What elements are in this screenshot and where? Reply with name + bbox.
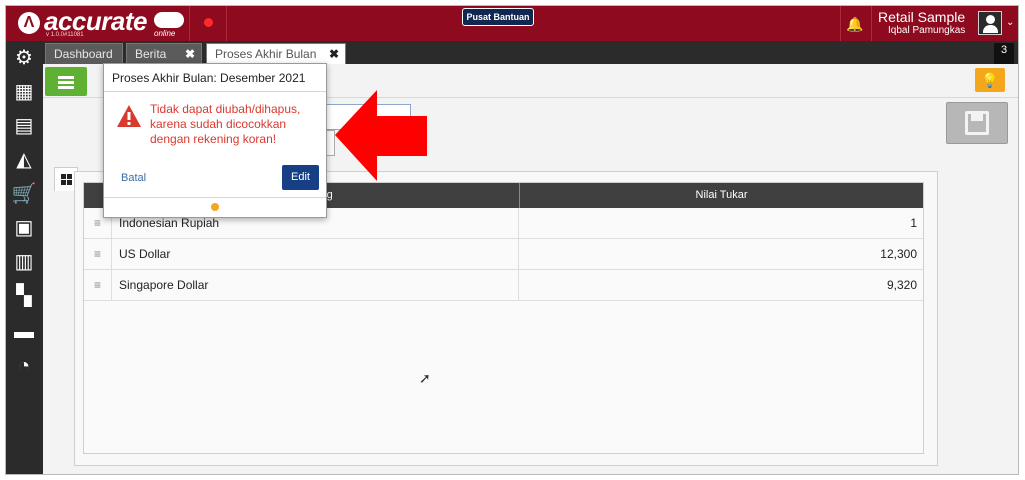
company-name[interactable]: Retail Sample [878,9,965,25]
cabinet-icon[interactable]: ▥ [10,248,38,276]
tab-label: Berita [135,47,167,61]
warning-message: Tidak dapat diubah/dihapus, karena sudah… [150,102,301,146]
building-icon[interactable]: ▦ [10,78,38,106]
cancel-button[interactable]: Batal [121,172,146,184]
close-icon[interactable]: ✖ [329,44,339,65]
exchange-rate: 1 [910,216,917,230]
exchange-rate: 9,320 [886,278,917,292]
bell-icon[interactable]: 🔔 [844,13,866,35]
logo-mark-icon: Λ [18,12,40,34]
record-dot-icon [204,18,213,27]
drag-handle-icon[interactable]: ≡ [84,270,112,300]
sidebar: ⚙ ▦ ▤ ◭ 🛒 ▣ ▥ ▚ ▬ ◔ [6,41,43,474]
user-name[interactable]: Iqbal Pamungkas [888,25,965,36]
warning-icon [117,105,141,127]
tab-label: Dashboard [54,47,113,61]
close-icon[interactable]: ✖ [185,44,195,65]
accurate-logo[interactable]: Λ accurate online v 1.0.0#11081 [14,6,184,40]
currency-name: US Dollar [119,247,171,261]
currency-table: a Uang Nilai Tukar ≡ Indonesian Rupiah 1… [83,182,924,454]
pie-chart-icon[interactable]: ◔ [10,352,38,380]
save-button[interactable] [946,102,1008,144]
mouse-cursor-icon: ➚ [419,370,431,386]
book-icon[interactable]: ▤ [10,112,38,140]
app-window: Λ accurate online v 1.0.0#11081 Pusat Ba… [5,5,1019,475]
edit-button[interactable]: Edit [282,165,319,190]
version-text: v 1.0.0#11081 [46,32,84,38]
top-bar: Λ accurate online v 1.0.0#11081 Pusat Ba… [6,6,1018,41]
wallet-icon[interactable]: ◭ [10,146,38,174]
tab-dashboard[interactable]: Dashboard [45,43,123,64]
tab-bar: Dashboard Berita ✖ Proses Akhir Bulan ✖ … [43,41,1018,70]
gear-icon[interactable]: ⚙ [10,44,38,72]
help-center-button[interactable]: Pusat Bantuan [462,8,534,26]
avatar[interactable] [978,11,1002,35]
popup-title: Proses Akhir Bulan: Desember 2021 [112,71,306,85]
tab-berita[interactable]: Berita ✖ [126,43,202,64]
drag-handle-icon[interactable]: ≡ [84,239,112,269]
cart-icon[interactable]: 🛒 [10,180,38,208]
cloud-icon [154,12,184,28]
logo-subtitle: online [154,29,176,38]
indicator-dot [211,203,219,211]
warning-popup: Proses Akhir Bulan: Desember 2021 Tidak … [103,63,327,218]
tab-label: Proses Akhir Bulan [215,47,317,61]
tab-count-badge[interactable]: 3⌄ [994,43,1014,70]
tab-proses-akhir-bulan[interactable]: Proses Akhir Bulan ✖ [206,43,346,64]
bag-icon[interactable]: ▣ [10,214,38,242]
table-row[interactable]: ≡ US Dollar 12,300 [84,239,923,270]
lightbulb-icon[interactable]: 💡 [975,68,1005,92]
exchange-rate: 12,300 [880,247,917,261]
assets-icon[interactable]: ▚ [10,282,38,310]
list-button[interactable] [45,67,87,96]
red-arrow-annotation [335,90,427,181]
tax-icon[interactable]: ▬ [10,318,38,346]
column-header-rate[interactable]: Nilai Tukar [519,183,923,208]
chevron-down-icon[interactable]: ⌄ [1006,17,1014,28]
table-row[interactable]: ≡ Singapore Dollar 9,320 [84,270,923,301]
currency-name: Singapore Dollar [119,278,209,292]
